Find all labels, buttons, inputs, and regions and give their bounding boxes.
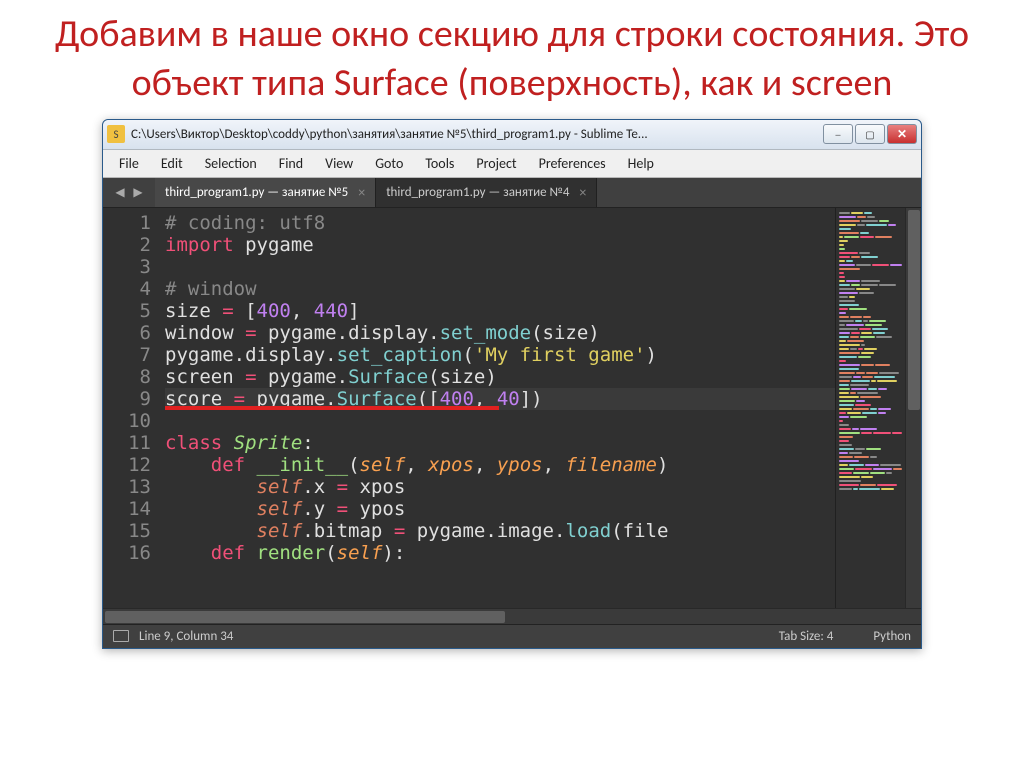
app-icon: S xyxy=(107,125,125,143)
code-line: screen = pygame.Surface(size) xyxy=(165,366,835,388)
code-line: def __init__(self, xpos, ypos, filename) xyxy=(165,454,835,476)
menubar: FileEditSelectionFindViewGotoToolsProjec… xyxy=(103,150,921,178)
minimize-button[interactable]: ─ xyxy=(823,124,853,144)
menu-project[interactable]: Project xyxy=(466,152,526,175)
line-number: 6 xyxy=(103,322,165,344)
menu-goto[interactable]: Goto xyxy=(365,152,413,175)
minimap[interactable] xyxy=(835,208,905,608)
menu-find[interactable]: Find xyxy=(269,152,313,175)
menu-file[interactable]: File xyxy=(109,152,149,175)
code-line: class Sprite: xyxy=(165,432,835,454)
scrollbar-horizontal[interactable] xyxy=(103,608,921,624)
tab-close-icon[interactable]: × xyxy=(358,184,365,201)
code-area[interactable]: # coding: utf8import pygame # windowsize … xyxy=(165,208,835,608)
slide-title: Добавим в наше окно секцию для строки со… xyxy=(40,10,984,109)
maximize-button[interactable]: ▢ xyxy=(855,124,885,144)
status-language[interactable]: Python xyxy=(873,629,911,644)
window-title: C:\Users\Виктор\Desktop\coddy\python\зан… xyxy=(131,127,823,142)
highlight-underline xyxy=(165,406,499,410)
nav-forward-icon[interactable]: ▶ xyxy=(129,183,147,201)
line-number: 8 xyxy=(103,366,165,388)
code-line: def render(self): xyxy=(165,542,835,564)
close-button[interactable]: ✕ xyxy=(887,124,917,144)
code-line: pygame.display.set_caption('My first gam… xyxy=(165,344,835,366)
panel-icon[interactable] xyxy=(113,630,129,642)
status-position[interactable]: Line 9, Column 34 xyxy=(139,629,779,644)
menu-help[interactable]: Help xyxy=(618,152,664,175)
scrollbar-thumb-horizontal[interactable] xyxy=(105,611,505,623)
nav-back-icon[interactable]: ◀ xyxy=(111,183,129,201)
line-number: 10 xyxy=(103,410,165,432)
line-number: 3 xyxy=(103,256,165,278)
code-line: size = [400, 440] xyxy=(165,300,835,322)
tabs: third_program1.py — занятие №5×third_pro… xyxy=(155,178,921,207)
tab-close-icon[interactable]: × xyxy=(579,184,586,201)
code-line: self.y = ypos xyxy=(165,498,835,520)
tab-1[interactable]: third_program1.py — занятие №4 × xyxy=(376,178,597,207)
line-number: 13 xyxy=(103,476,165,498)
scrollbar-thumb-vertical[interactable] xyxy=(908,210,920,410)
line-number: 16 xyxy=(103,542,165,564)
line-number: 4 xyxy=(103,278,165,300)
code-line xyxy=(165,410,835,432)
line-number: 5 xyxy=(103,300,165,322)
code-line: self.bitmap = pygame.image.load(file xyxy=(165,520,835,542)
line-number: 9 xyxy=(103,388,165,410)
statusbar: Line 9, Column 34 Tab Size: 4 Python xyxy=(103,624,921,648)
code-line: # coding: utf8 xyxy=(165,212,835,234)
menu-view[interactable]: View xyxy=(315,152,363,175)
code-line: import pygame xyxy=(165,234,835,256)
line-number: 11 xyxy=(103,432,165,454)
gutter: 12345678910111213141516 xyxy=(103,208,165,608)
line-number: 1 xyxy=(103,212,165,234)
app-window: S C:\Users\Виктор\Desktop\coddy\python\з… xyxy=(102,119,922,649)
line-number: 12 xyxy=(103,454,165,476)
line-number: 2 xyxy=(103,234,165,256)
code-line: # window xyxy=(165,278,835,300)
line-number: 7 xyxy=(103,344,165,366)
menu-tools[interactable]: Tools xyxy=(415,152,464,175)
status-tabsize[interactable]: Tab Size: 4 xyxy=(779,629,834,644)
scrollbar-vertical[interactable] xyxy=(905,208,921,608)
menu-selection[interactable]: Selection xyxy=(195,152,267,175)
code-line: window = pygame.display.set_mode(size) xyxy=(165,322,835,344)
tab-label: third_program1.py — занятие №4 xyxy=(386,185,569,200)
line-number: 14 xyxy=(103,498,165,520)
tab-0[interactable]: third_program1.py — занятие №5 × xyxy=(155,178,376,207)
menu-edit[interactable]: Edit xyxy=(151,152,193,175)
menu-preferences[interactable]: Preferences xyxy=(529,152,616,175)
line-number: 15 xyxy=(103,520,165,542)
tab-label: third_program1.py — занятие №5 xyxy=(165,185,348,200)
titlebar[interactable]: S C:\Users\Виктор\Desktop\coddy\python\з… xyxy=(103,120,921,150)
code-line: self.x = xpos xyxy=(165,476,835,498)
code-line xyxy=(165,256,835,278)
